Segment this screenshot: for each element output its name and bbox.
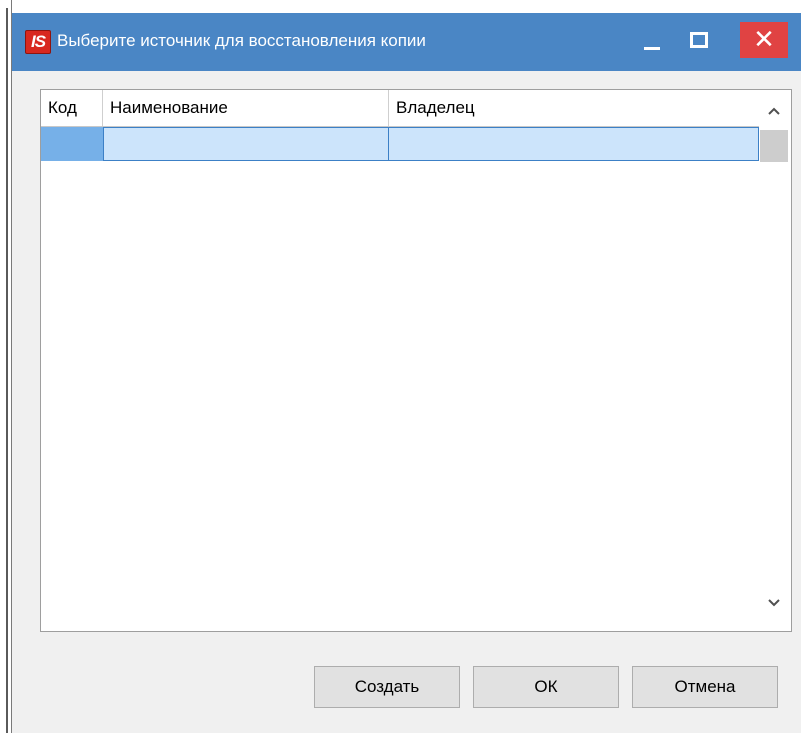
column-header-owner[interactable]: Владелец	[389, 90, 759, 126]
scroll-down-button[interactable]	[759, 590, 791, 620]
create-button[interactable]: Создать	[314, 666, 460, 708]
dialog-window: IS Выберите источник для восстановления …	[11, 0, 801, 733]
column-header-code[interactable]: Код	[41, 90, 103, 126]
minimize-icon	[644, 47, 660, 50]
is-logo-icon: IS	[25, 30, 51, 54]
source-table: Код Наименование Владелец	[40, 89, 792, 632]
vertical-scrollbar[interactable]	[759, 90, 791, 631]
close-button[interactable]: ✕	[740, 22, 788, 58]
close-icon: ✕	[753, 25, 775, 55]
minimize-button[interactable]	[631, 22, 675, 58]
chevron-up-icon	[768, 107, 780, 115]
table-row[interactable]	[41, 127, 759, 161]
cancel-button[interactable]: Отмена	[632, 666, 778, 708]
window-title: Выберите источник для восстановления коп…	[57, 31, 426, 50]
background-edge	[0, 0, 11, 733]
chevron-down-icon	[768, 599, 780, 607]
cell-name[interactable]	[103, 127, 389, 161]
cell-code[interactable]	[41, 127, 103, 161]
titlebar-area: IS Выберите источник для восстановления …	[12, 0, 801, 78]
scroll-thumb[interactable]	[760, 130, 788, 162]
column-header-name[interactable]: Наименование	[103, 90, 389, 126]
titlebar[interactable]: IS Выберите источник для восстановления …	[12, 13, 801, 71]
background-window-border	[6, 8, 8, 733]
maximize-icon	[690, 32, 708, 48]
dialog-content: Код Наименование Владелец Создать ОК Отм…	[12, 71, 801, 733]
maximize-button[interactable]	[678, 22, 722, 58]
cell-owner[interactable]	[389, 127, 759, 161]
table-header: Код Наименование Владелец	[41, 90, 759, 127]
scroll-up-button[interactable]	[759, 98, 791, 128]
ok-button[interactable]: ОК	[473, 666, 619, 708]
